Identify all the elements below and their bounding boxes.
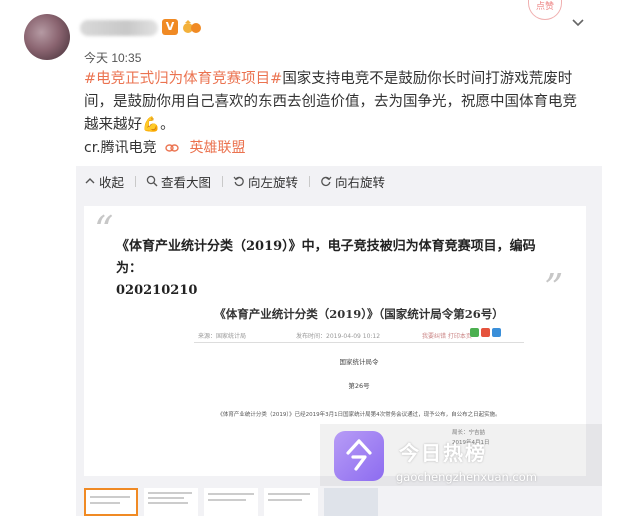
like-stamp: 点赞 [528,0,562,20]
avatar[interactable] [24,14,70,60]
watermark-logo-icon [334,431,384,481]
rotate-right-icon [321,176,332,187]
thumbnail-3[interactable] [204,488,258,516]
post-time: 今天 10:35 [84,51,142,65]
collapse-label: 收起 [99,174,125,190]
image-quote-text: 《体育产业统计分类（2019）》中，电子竞技被归为体育竞赛项目，编码为： 020… [116,236,556,302]
watermark-url: gaochengzhenxuan.com [396,470,537,484]
post-text: #电竞正式归为体育竞赛项目#国家支持电竞不是鼓励你长时间打游戏荒废时间，是鼓励你… [84,68,584,137]
qq-icon [492,328,501,337]
close-quote-mark: ” [544,266,564,310]
fan-badge-icon [182,19,202,35]
document-source: 来源：国家统计局 [198,333,247,340]
document-heading: 国家统计局令 [339,358,379,366]
watermark-brand: 今日热榜 [399,441,487,465]
view-large-button[interactable]: 查看大图 [146,172,211,191]
zoom-icon [146,175,158,187]
document-tools: 我要纠错 打印本页 [422,333,472,340]
thumbnail-1[interactable] [84,488,138,516]
rotate-right-button[interactable]: 向右旋转 [320,172,385,191]
thumbnail-4[interactable] [264,488,318,516]
link-icon [165,144,179,152]
rotate-left-label: 向左旋转 [248,174,299,190]
rotate-right-label: 向右旋转 [335,174,386,190]
rotate-left-button[interactable]: 向左旋转 [233,172,298,191]
rotate-left-icon [233,176,244,187]
quote-sentence: 《体育产业统计分类（2019）》中，电子竞技被归为体育竞赛项目，编码为： [116,239,536,276]
document-body: 《体育产业统计分类（2019）》已经2019年3月1日国家统计局第4次常务会议通… [217,412,501,418]
share-icons [470,328,501,337]
source-label: cr.腾讯电竞 [84,140,157,156]
document-title: 《体育产业统计分类（2019）》（国家统计局令第26号） [214,307,504,321]
document-divider [194,342,524,343]
document-number: 第26号 [348,382,370,390]
flexed-biceps-emoji: 💪 [142,117,161,133]
username-blurred[interactable] [80,20,158,36]
post-end: 。 [160,117,175,133]
toolbar-divider [309,175,311,187]
collapse-icon [85,178,95,184]
thumbnail-5[interactable] [324,488,378,516]
post-source: cr.腾讯电竞 英雄联盟 [84,139,246,157]
weibo-post: V 今天 10:35 点赞 #电竞正式归为体育竞赛项目#国家支持电竞不是鼓励你长… [0,0,619,516]
source-link[interactable]: 英雄联盟 [190,140,246,156]
hashtag-link[interactable]: #电竞正式归为体育竞赛项目# [84,71,282,87]
category-code: 020210210 [116,283,198,298]
weibo-icon [481,328,490,337]
document-time: 发布时间：2019-04-09 10:12 [296,333,381,340]
chevron-down-icon[interactable] [570,14,586,30]
vip-badge: V [162,19,178,35]
open-quote-mark: “ [94,208,114,252]
toolbar-divider [135,175,137,187]
collapse-button[interactable]: 收起 [84,172,124,191]
wechat-icon [470,328,479,337]
view-large-label: 查看大图 [161,174,212,190]
thumbnail-2[interactable] [144,488,198,516]
image-toolbar: 收起 查看大图 向左旋转 向右旋转 [84,172,402,190]
toolbar-divider [222,175,224,187]
thumbnail-strip [84,488,378,516]
